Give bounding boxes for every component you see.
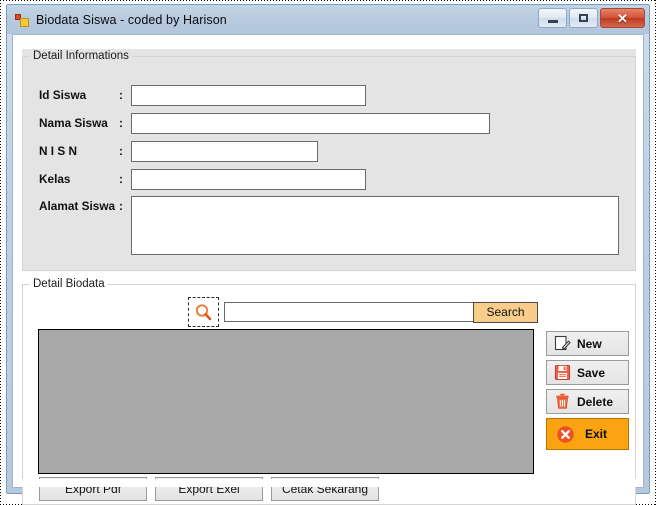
label-kelas: Kelas [39, 172, 71, 186]
window-controls: ✕ [538, 8, 645, 28]
colon-kelas: : [119, 172, 123, 186]
detail-biodata-group: Detail Biodata Search New Save Delete Ex… [22, 277, 636, 505]
exit-button-label: Exit [585, 427, 608, 441]
colon-alamat-siswa: : [119, 199, 123, 213]
winforms-app-icon [14, 12, 30, 28]
close-button[interactable]: ✕ [600, 8, 645, 28]
input-id-siswa[interactable] [131, 84, 366, 106]
design-boundary-left [0, 0, 1, 505]
colon-id-siswa: : [119, 88, 123, 102]
label-alamat-siswa: Alamat Siswa [39, 199, 116, 213]
form-client-area: Detail Informations Id Siswa : Nama Sisw… [12, 34, 644, 505]
input-nama-siswa[interactable] [131, 112, 490, 134]
search-input[interactable] [224, 302, 474, 322]
application-window: Biodata Siswa - coded by Harison ✕ Detai… [6, 4, 650, 505]
exit-circle-x-icon [556, 425, 575, 444]
window-title: Biodata Siswa - coded by Harison [36, 12, 227, 27]
new-button[interactable]: New [546, 331, 629, 356]
biodata-data-grid[interactable] [38, 329, 534, 474]
maximize-button[interactable] [569, 8, 598, 28]
input-kelas[interactable] [131, 168, 366, 190]
design-boundary-top [0, 0, 656, 1]
new-button-label: New [577, 336, 602, 351]
exit-button[interactable]: Exit [546, 418, 629, 450]
detail-biodata-legend: Detail Biodata [30, 277, 108, 291]
delete-button[interactable]: Delete [546, 389, 629, 414]
magnifier-icon[interactable] [188, 297, 219, 327]
new-document-icon [554, 335, 571, 352]
field-row-nama-siswa: Nama Siswa : [22, 112, 490, 134]
field-row-kelas: Kelas : [22, 168, 366, 190]
input-nisn[interactable] [131, 140, 318, 162]
search-button[interactable]: Search [473, 301, 538, 323]
label-nisn: N I S N [39, 144, 78, 158]
design-surface: Biodata Siswa - coded by Harison ✕ Detai… [0, 0, 656, 505]
field-row-alamat-siswa: Alamat Siswa : [22, 196, 619, 256]
title-bar[interactable]: Biodata Siswa - coded by Harison ✕ [7, 5, 649, 34]
save-button-label: Save [577, 365, 606, 380]
input-alamat-siswa[interactable] [131, 196, 619, 255]
detail-informations-legend: Detail Informations [30, 49, 132, 63]
minimize-button[interactable] [538, 8, 567, 28]
maximize-icon [579, 14, 588, 22]
form-bottom-strip [13, 479, 643, 487]
field-row-id-siswa: Id Siswa : [22, 84, 366, 106]
detail-informations-group: Detail Informations Id Siswa : Nama Sisw… [22, 49, 636, 271]
close-icon: ✕ [617, 10, 628, 26]
trash-can-icon [554, 393, 571, 410]
minimize-icon [547, 19, 558, 23]
field-row-nisn: N I S N : [22, 140, 318, 162]
colon-nama-siswa: : [119, 116, 123, 130]
search-row: Search [188, 297, 538, 327]
delete-button-label: Delete [577, 394, 614, 409]
colon-nisn: : [119, 144, 123, 158]
save-button[interactable]: Save [546, 360, 629, 385]
label-id-siswa: Id Siswa [39, 88, 87, 102]
label-nama-siswa: Nama Siswa [39, 116, 108, 130]
floppy-disk-icon [554, 364, 571, 381]
